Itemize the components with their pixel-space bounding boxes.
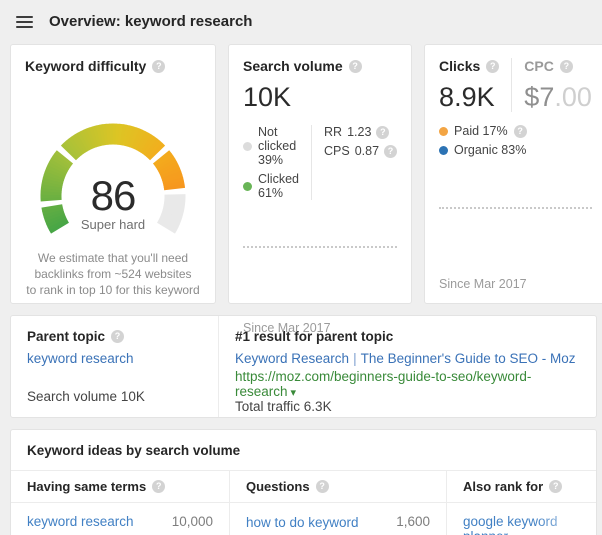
help-icon[interactable]: ? [111,330,124,343]
clicks-value: 8.9K [439,82,499,112]
keyword-ideas-title: Keyword ideas by search volume [11,430,596,470]
help-icon[interactable]: ? [384,145,397,158]
divider [511,58,512,112]
help-icon[interactable]: ? [349,60,362,73]
link-separator: | [349,351,361,366]
keyword-ideas-table: Having same terms ? keyword research 10,… [11,470,596,535]
help-icon[interactable]: ? [376,126,389,139]
metric-value: 0.87 [355,144,379,158]
search-volume-title: Search volume [243,58,343,74]
stat-value: 10K [121,389,145,404]
table-row: google keyword planner [447,503,596,535]
clicks-card: Clicks ? 8.9K CPC ? $7.00 Paid 1 [424,44,602,304]
keyword-difficulty-card: Keyword difficulty ? 86 Super hard We es… [10,44,216,304]
page-title: Overview: keyword research [49,13,252,30]
metric-label: RR [324,125,342,139]
metric-rr: RR 1.23 ? [324,125,397,139]
cpc-value-fraction: .00 [554,82,592,112]
caret-down-icon[interactable]: ▾ [291,387,297,399]
cpc-value: $7.00 [524,82,592,112]
column-having-same-terms: Having same terms ? keyword research 10,… [11,471,229,535]
stat-value: 6.3K [304,399,332,414]
stat-label: Search volume [27,389,117,404]
column-also-rank-for: Also rank for ? google keyword planner [446,471,596,535]
legend-clicked: Clicked 61% [243,172,299,200]
column-questions: Questions ? how to do keyword research 1… [229,471,446,535]
metric-value: 1.23 [347,125,371,139]
menu-icon[interactable] [16,16,33,28]
divider [311,125,312,200]
keyword-volume: 1,600 [396,514,430,535]
not-clicked-dot-icon [243,142,252,151]
organic-dot-icon [439,146,448,155]
help-icon[interactable]: ? [316,480,329,493]
difficulty-note: We estimate that you'll need backlinks f… [25,250,201,298]
legend-paid: Paid 17% ? [439,124,527,138]
stat-label: Total traffic [235,399,300,414]
bars [243,214,397,314]
help-icon[interactable]: ? [514,125,527,138]
top-result-link[interactable]: Keyword Research [235,351,349,366]
legend-organic: Organic 83% [439,143,527,157]
help-icon[interactable]: ? [486,60,499,73]
legend-label: Paid 17% [454,124,508,138]
difficulty-note-line: backlinks from ~524 websites [25,266,201,282]
search-volume-value: 10K [243,82,397,112]
search-volume-card: Search volume ? 10K Not clicked 39% Clic… [228,44,412,304]
metric-label: CPS [324,144,350,158]
help-icon[interactable]: ? [152,480,165,493]
help-icon[interactable]: ? [152,60,165,73]
help-icon[interactable]: ? [560,60,573,73]
metric-cards-row: Keyword difficulty ? 86 Super hard We es… [10,44,597,304]
legend-not-clicked: Not clicked 39% [243,125,299,167]
keyword-difficulty-title: Keyword difficulty [25,58,146,74]
difficulty-verdict: Super hard [25,217,201,232]
search-volume-chart [243,214,397,314]
keyword-volume: 10,000 [172,514,213,529]
reference-line [243,246,397,248]
difficulty-gauge: 86 Super hard [25,110,201,238]
top-result-url[interactable]: https://moz.com/beginners-guide-to-seo/k… [235,369,531,399]
parent-topic-column: Parent topic ? keyword research Search v… [11,316,219,417]
cpc-title: CPC [524,58,554,74]
difficulty-note-line: to rank in top 10 for this keyword [25,282,201,298]
keyword-link[interactable]: how to do keyword research [246,514,368,535]
app-header: Overview: keyword research [0,0,602,42]
paid-dot-icon [439,127,448,136]
top-result-traffic: Total traffic 6.3K [235,399,580,414]
legend-label: Clicked 61% [258,172,299,200]
keyword-link[interactable]: google keyword planner [463,514,580,535]
clicked-dot-icon [243,182,252,191]
difficulty-value: 86 [25,172,201,220]
legend-label: Not clicked 39% [258,125,299,167]
cpc-value-main: $7 [524,82,554,112]
clicks-title: Clicks [439,58,480,74]
column-header-label: Also rank for [463,479,543,494]
parent-topic-heading: Parent topic [27,329,105,344]
table-row: how to do keyword research 1,600 [230,503,446,535]
parent-topic-volume: Search volume 10K [27,389,202,404]
metric-cps: CPS 0.87 ? [324,144,397,158]
bars [439,168,592,270]
help-icon[interactable]: ? [549,480,562,493]
search-volume-chart-caption: Since Mar 2017 [243,321,397,335]
keyword-link[interactable]: keyword research [27,514,134,529]
clicks-chart-caption: Since Mar 2017 [439,277,592,291]
column-header-label: Questions [246,479,310,494]
clicks-chart [439,168,592,270]
parent-topic-link[interactable]: keyword research [27,351,202,366]
column-header-label: Having same terms [27,479,146,494]
table-row: keyword research 10,000 [11,503,229,535]
keyword-ideas-section: Keyword ideas by search volume Having sa… [10,429,597,535]
reference-line [439,207,592,209]
difficulty-note-line: We estimate that you'll need [25,250,201,266]
legend-label: Organic 83% [454,143,526,157]
top-result-link-suffix[interactable]: The Beginner's Guide to SEO - Moz [361,351,576,366]
